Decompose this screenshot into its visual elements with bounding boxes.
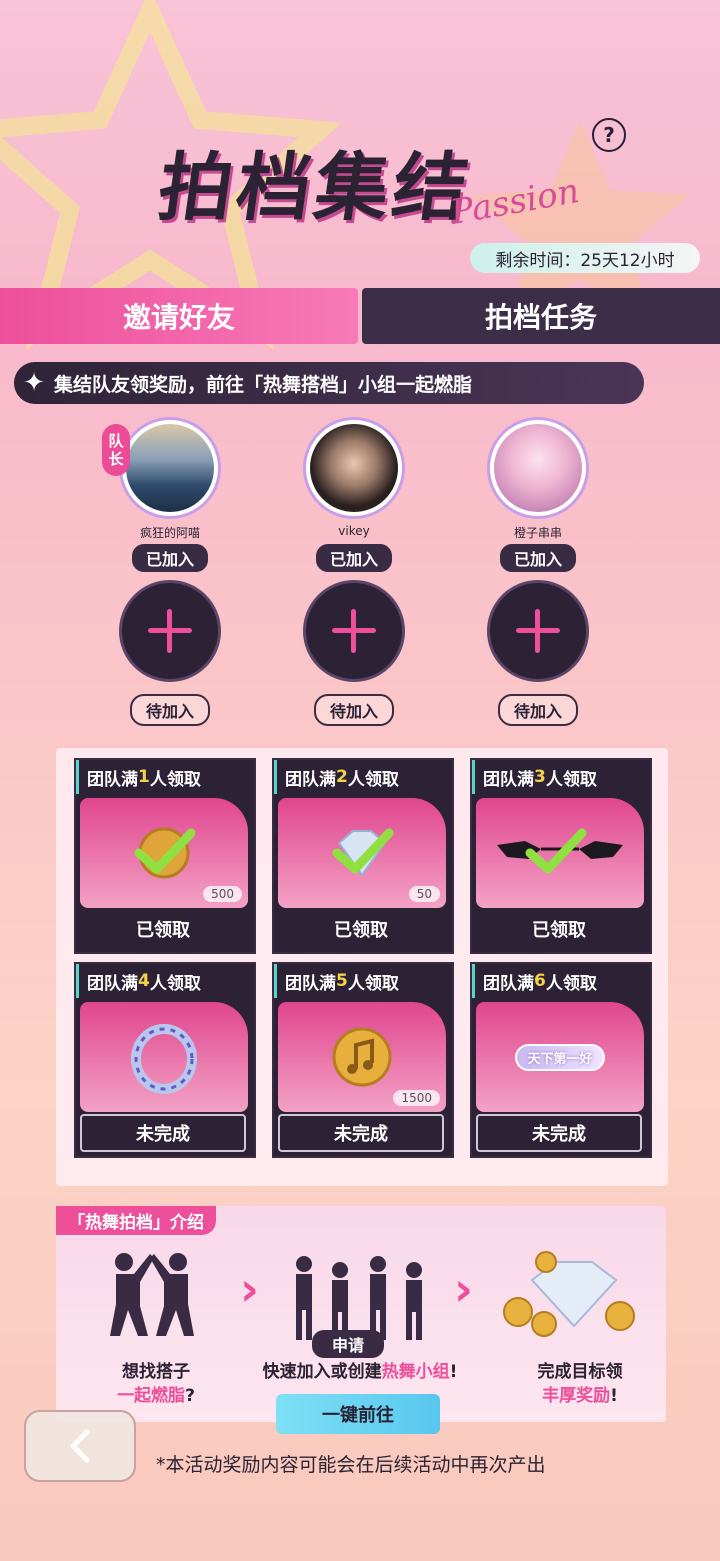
member-name: vikey bbox=[338, 524, 370, 538]
pending-label: 待加入 bbox=[129, 694, 210, 726]
chevron-right-icon: › bbox=[240, 1262, 259, 1316]
member-1[interactable]: 队长 疯狂的阿喵 已加入 bbox=[102, 420, 230, 572]
reward-count: 1500 bbox=[393, 1090, 440, 1106]
reward-image bbox=[80, 1002, 248, 1112]
go-now-button[interactable]: 一键前往 bbox=[276, 1394, 440, 1434]
avatar bbox=[490, 420, 586, 516]
reward-card-6[interactable]: 团队满 6 人领取 天下第一好 未完成 bbox=[470, 962, 652, 1158]
reward-title: 团队满 4 人领取 bbox=[76, 964, 254, 998]
apply-label: 申请 bbox=[312, 1330, 385, 1358]
reward-count: 50 bbox=[408, 886, 440, 902]
member-name: 疯狂的阿喵 bbox=[139, 526, 200, 540]
music-coin-icon bbox=[332, 1027, 392, 1087]
title-badge: 天下第一好 bbox=[515, 1043, 605, 1071]
reward-title: 团队满 5 人领取 bbox=[274, 964, 452, 998]
joined-badge: 已加入 bbox=[131, 544, 208, 572]
pending-label: 待加入 bbox=[497, 694, 578, 726]
group-people-icon bbox=[296, 1256, 422, 1340]
tab-partner-tasks[interactable]: 拍档任务 bbox=[362, 288, 720, 344]
avatar bbox=[122, 420, 218, 516]
sunglasses-claimed-icon bbox=[497, 828, 623, 874]
reward-status: 未完成 bbox=[278, 1114, 444, 1152]
coins-diamond-icon bbox=[503, 1251, 635, 1337]
reward-card-3[interactable]: 团队满 3 人领取 已领取 bbox=[470, 758, 652, 954]
add-member-icon[interactable] bbox=[119, 580, 221, 682]
avatar bbox=[306, 420, 402, 516]
intro-title: 「热舞拍档」介绍 bbox=[56, 1206, 216, 1235]
page-title: 拍档集结 bbox=[153, 145, 478, 231]
reward-card-1[interactable]: 团队满 1 人领取 500 已领取 bbox=[74, 758, 256, 954]
reward-status: 已领取 bbox=[334, 920, 388, 941]
add-member-icon[interactable] bbox=[487, 580, 589, 682]
reward-image: 1500 bbox=[278, 1002, 446, 1112]
step-3-text: 完成目标领 丰厚奖励! bbox=[537, 1362, 623, 1406]
disclaimer-note: *本活动奖励内容可能会在后续活动中再次产出 bbox=[156, 1454, 546, 1476]
banner-text: 集结队友领奖励，前往「热舞搭档」小组一起燃脂 bbox=[54, 373, 473, 396]
remaining-time: 剩余时间：25天12小时 bbox=[470, 243, 700, 273]
add-member-icon[interactable] bbox=[303, 580, 405, 682]
joined-badge: 已加入 bbox=[315, 544, 392, 572]
pending-label: 待加入 bbox=[313, 694, 394, 726]
reward-title: 团队满 2 人领取 bbox=[274, 760, 452, 794]
reward-card-2[interactable]: 团队满 2 人领取 50 已领取 bbox=[272, 758, 454, 954]
member-name: 橙子串串 bbox=[513, 526, 562, 540]
help-icon[interactable]: ? bbox=[592, 118, 626, 152]
reward-count: 500 bbox=[203, 886, 242, 902]
captain-badge: 队长 bbox=[102, 424, 130, 476]
step-1-text: 想找搭子 一起燃脂? bbox=[117, 1362, 195, 1406]
chevron-left-icon bbox=[70, 1429, 90, 1463]
reward-title: 团队满 6 人领取 bbox=[472, 964, 650, 998]
captain-label: 队长 bbox=[108, 432, 124, 468]
reward-image: 天下第一好 bbox=[476, 1002, 644, 1112]
pending-slot-2[interactable]: 待加入 bbox=[294, 580, 414, 726]
reward-card-5[interactable]: 团队满 5 人领取 1500 未完成 bbox=[272, 962, 454, 1158]
chevron-right-icon: › bbox=[454, 1262, 473, 1316]
joined-badge: 已加入 bbox=[499, 544, 576, 572]
reward-title: 团队满 1 人领取 bbox=[76, 760, 254, 794]
reward-image bbox=[476, 798, 644, 908]
sparkle-icon: ✦ bbox=[23, 368, 45, 398]
reward-status: 已领取 bbox=[532, 920, 586, 941]
pending-slot-3[interactable]: 待加入 bbox=[478, 580, 598, 726]
coin-claimed-icon bbox=[134, 827, 196, 879]
info-banner: ✦ 集结队友领奖励，前往「热舞搭档」小组一起燃脂 bbox=[14, 362, 644, 404]
headband-icon bbox=[131, 1024, 197, 1094]
reward-image: 50 bbox=[278, 798, 446, 908]
back-button[interactable] bbox=[24, 1410, 136, 1482]
highfive-people-icon bbox=[110, 1253, 194, 1336]
step-2-text: 快速加入或创建热舞小组! bbox=[262, 1362, 458, 1382]
reward-status: 未完成 bbox=[80, 1114, 246, 1152]
reward-card-4[interactable]: 团队满 4 人领取 未完成 bbox=[74, 962, 256, 1158]
reward-title: 团队满 3 人领取 bbox=[472, 760, 650, 794]
pending-slot-1[interactable]: 待加入 bbox=[110, 580, 230, 726]
tab-invite-friends[interactable]: 邀请好友 bbox=[0, 288, 358, 344]
member-3[interactable]: 橙子串串 已加入 bbox=[478, 420, 598, 572]
reward-image: 500 bbox=[80, 798, 248, 908]
reward-status: 未完成 bbox=[476, 1114, 642, 1152]
member-2[interactable]: vikey 已加入 bbox=[294, 420, 414, 572]
reward-status: 已领取 bbox=[136, 920, 190, 941]
diamond-claimed-icon bbox=[332, 828, 394, 877]
